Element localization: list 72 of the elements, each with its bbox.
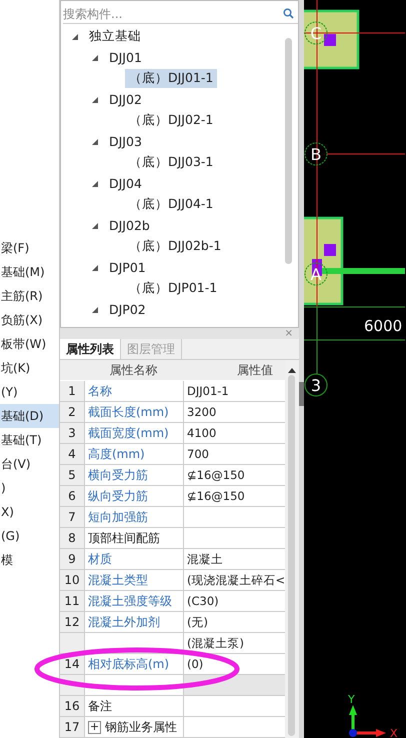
coordinate-axes-drawing: Y X [348, 693, 398, 738]
property-value[interactable]: 700 [183, 444, 285, 465]
property-name-text: 纵向受力筋 [88, 488, 148, 505]
tree-item[interactable]: DJJ03 [105, 133, 146, 150]
side-list-item[interactable]: 基础(M) [0, 260, 59, 284]
tree-item[interactable]: （底）DJJ02b-1 [125, 237, 226, 256]
side-list-item[interactable]: 负筋(X) [0, 308, 59, 332]
tree-item[interactable]: （底）DJJ03-1 [125, 153, 218, 172]
property-value[interactable]: 混凝土 [183, 549, 285, 570]
side-list-item[interactable]: X) [0, 500, 59, 524]
scrollbar[interactable] [285, 38, 292, 264]
side-list-item[interactable]: 主筋(R) [0, 284, 59, 308]
collapse-triangle-icon[interactable] [71, 32, 79, 40]
scroll-up-icon[interactable] [288, 368, 296, 373]
property-value[interactable]: ⊈16@150 [183, 486, 285, 507]
tree-item[interactable]: DJJ01 [105, 49, 146, 66]
property-name-text: 名称 [88, 383, 112, 400]
side-list-item[interactable]: 基础(D) [0, 404, 59, 428]
tree-item[interactable]: DJJ04 [105, 175, 146, 192]
property-name-text: 截面宽度(mm) [88, 425, 169, 442]
collapse-triangle-icon[interactable] [91, 96, 99, 104]
tree-item[interactable]: （底）DJJ04-1 [125, 195, 218, 214]
property-name-text: 横向受力筋 [88, 467, 148, 484]
side-list-item[interactable]: 模 [0, 548, 59, 572]
property-name-text: 顶部柱间配筋 [88, 530, 160, 547]
dimension-text: 6000 [364, 317, 402, 335]
property-name-text: 备注 [88, 698, 112, 715]
side-list-item[interactable]: 台(V) [0, 452, 59, 476]
tree-item[interactable]: DJJ02 [105, 91, 146, 108]
property-value[interactable]: 4100 [183, 423, 285, 444]
search-icon[interactable] [283, 8, 294, 19]
property-value[interactable]: (无) [183, 612, 285, 633]
side-list-item[interactable]: ) [0, 476, 59, 500]
side-list-item[interactable]: 坑(K) [0, 356, 59, 380]
side-list-item[interactable]: 基础(T) [0, 428, 59, 452]
collapse-triangle-icon[interactable] [91, 264, 99, 272]
property-value[interactable]: (C30) [183, 591, 285, 612]
property-value[interactable]: (现浇混凝土碎石< [183, 570, 285, 591]
collapse-triangle-icon[interactable] [91, 306, 99, 314]
property-name-text: 混凝土外加剂 [88, 614, 160, 631]
scrollbar[interactable] [287, 368, 296, 736]
tree-item[interactable]: （底）DJJ01-1 [125, 69, 218, 88]
collapse-triangle-icon[interactable] [91, 138, 99, 146]
side-list-item[interactable]: (Y) [0, 380, 59, 404]
side-list-item[interactable]: (G) [0, 524, 59, 548]
tab[interactable]: 属性列表 [60, 339, 121, 359]
property-name-text: 混凝土强度等级 [88, 593, 172, 610]
property-value[interactable]: (混凝土泵) [183, 633, 285, 654]
tree-item[interactable]: 独立基础 [85, 27, 145, 46]
property-name-text: 截面长度(mm) [88, 404, 169, 421]
collapse-triangle-icon[interactable] [91, 54, 99, 62]
tree-item[interactable]: （底）DJJ02-1 [125, 111, 218, 130]
collapse-triangle-icon[interactable] [91, 222, 99, 230]
collapse-triangle-icon[interactable] [91, 180, 99, 188]
expand-button[interactable]: + [88, 720, 101, 734]
tree-item[interactable]: DJJ02b [105, 217, 154, 234]
property-value[interactable]: 3200 [183, 402, 285, 423]
property-value[interactable]: DJJ01-1 [183, 381, 285, 402]
side-list-item[interactable]: 板带(W) [0, 332, 59, 356]
axis-marker: 3 [304, 374, 328, 396]
property-value[interactable]: ⊈16@150 [183, 465, 285, 486]
property-name-text: 短向加强筋 [88, 509, 148, 526]
tree-item[interactable]: （底）DJP01-1 [125, 279, 222, 298]
tree-item[interactable]: DJP02 [105, 301, 150, 318]
property-name-text: 高度(mm) [88, 446, 145, 463]
property-name-text: 混凝土类型 [88, 572, 148, 589]
side-list-item[interactable]: 梁(F) [0, 236, 59, 260]
tree-item[interactable]: DJP01 [105, 259, 150, 276]
property-name-text: 材质 [88, 551, 112, 568]
property-name-text: 钢筋业务属性 [105, 719, 177, 736]
property-name-text: 相对底标高(m) [88, 656, 170, 673]
footing-drawing [304, 10, 360, 70]
